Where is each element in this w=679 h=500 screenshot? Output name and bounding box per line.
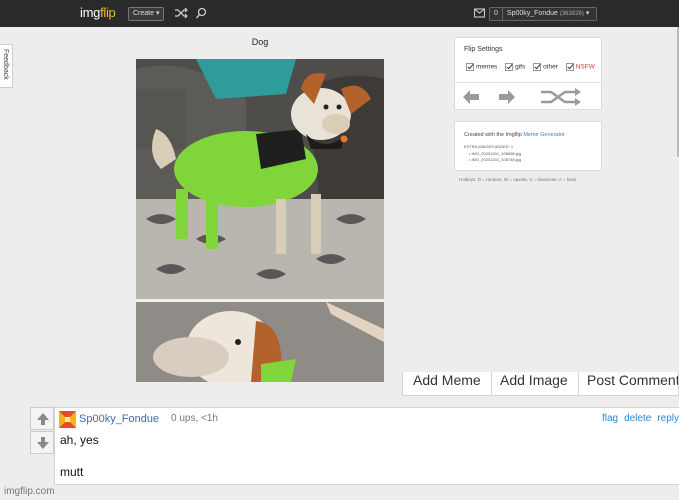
filter-memes-label: memes bbox=[476, 63, 498, 71]
checkbox-checked-icon bbox=[533, 63, 542, 71]
filter-nsfw-checkbox[interactable]: NSFW bbox=[565, 63, 595, 71]
avatar[interactable] bbox=[59, 411, 76, 428]
feedback-tab[interactable]: Feedback bbox=[0, 44, 13, 88]
add-image-button[interactable]: Add Image bbox=[490, 372, 579, 395]
flag-link[interactable]: flag bbox=[602, 413, 618, 424]
comment-text-line-2: mutt bbox=[60, 465, 84, 479]
meme-title: Dog bbox=[251, 37, 269, 47]
flip-settings-panel: Flip Settings memes gifs other NSFW bbox=[454, 37, 602, 110]
post-comment-button[interactable]: Post Comment bbox=[577, 372, 678, 395]
created-info-panel: Created with the Imgflip Meme Generator … bbox=[454, 121, 602, 171]
arrow-left-icon[interactable] bbox=[461, 87, 481, 107]
filter-memes-checkbox[interactable]: memes bbox=[466, 63, 497, 71]
checkbox-checked-icon bbox=[565, 63, 574, 71]
add-meme-button[interactable]: Add Meme bbox=[403, 372, 492, 395]
action-button-bar: Add Meme Add Image Post Comment bbox=[402, 372, 679, 396]
downvote-icon bbox=[37, 437, 49, 449]
filter-gifs-checkbox[interactable]: gifs bbox=[505, 63, 525, 71]
comment-text-line-1: ah, yes bbox=[60, 433, 99, 447]
create-menu-button[interactable]: Create ▾ bbox=[128, 7, 165, 21]
top-nav-bar: imgflip Create ▾ 0 Sp00ky_Fondue (363826)… bbox=[0, 0, 679, 27]
user-menu-button[interactable]: 0 Sp00ky_Fondue (363826) ▾ bbox=[489, 7, 597, 21]
imgflip-logo[interactable]: imgflip bbox=[80, 5, 116, 20]
username-label: Sp00ky_Fondue bbox=[506, 10, 558, 17]
logo-text-img: img bbox=[80, 5, 101, 20]
reply-link[interactable]: reply bbox=[657, 413, 679, 424]
filter-nsfw-label: NSFW bbox=[575, 63, 595, 71]
meme-photo bbox=[136, 59, 384, 382]
created-with-line: Created with the Imgflip Meme Generator bbox=[464, 132, 565, 138]
comment-actions: flag delete reply bbox=[596, 413, 679, 424]
flip-settings-title: Flip Settings bbox=[464, 46, 503, 53]
meme-image[interactable] bbox=[136, 59, 384, 382]
extra-file-1: • IMG_20201201_105658.jpg bbox=[469, 151, 522, 156]
notification-count: 0 bbox=[494, 8, 503, 20]
mail-icon[interactable] bbox=[473, 7, 487, 19]
comment-meta: 0 ups, <1h bbox=[171, 413, 218, 424]
filter-other-checkbox[interactable]: other bbox=[533, 63, 558, 71]
feedback-label: Feedback bbox=[2, 49, 9, 80]
flip-navigation bbox=[455, 82, 601, 110]
checkbox-checked-icon bbox=[505, 63, 514, 71]
shuffle-icon[interactable] bbox=[539, 87, 587, 107]
meme-generator-link[interactable]: Meme Generator bbox=[523, 132, 565, 138]
search-icon[interactable] bbox=[195, 7, 209, 19]
checkbox-checked-icon bbox=[466, 63, 474, 71]
arrow-right-icon[interactable] bbox=[497, 87, 517, 107]
hotkeys-hint: Hotkeys: D = random, W = upvote, S = dow… bbox=[459, 177, 577, 182]
shuffle-icon[interactable] bbox=[174, 7, 188, 19]
logo-text-flip: flip bbox=[100, 5, 116, 20]
upvote-button[interactable] bbox=[30, 407, 54, 430]
comment-username[interactable]: Sp00ky_Fondue bbox=[79, 413, 159, 425]
created-prefix: Created with the Imgflip bbox=[464, 132, 522, 138]
filter-other-label: other bbox=[543, 63, 558, 71]
extra-images-label: EXTRA IMAGES ADDED: 1 bbox=[464, 144, 514, 149]
delete-link[interactable]: delete bbox=[624, 413, 651, 424]
filter-gifs-label: gifs bbox=[515, 63, 526, 71]
upvote-icon bbox=[37, 413, 49, 425]
extra-file-2: • IMG_20201201_105748.jpg bbox=[469, 157, 522, 162]
flip-filter-options: memes gifs other NSFW bbox=[466, 63, 600, 75]
footer-watermark: imgflip.com bbox=[4, 486, 55, 497]
downvote-button[interactable] bbox=[30, 431, 54, 454]
user-points: (363826) bbox=[559, 11, 584, 17]
comment-box: Sp00ky_Fondue 0 ups, <1h flag delete reply… bbox=[54, 407, 679, 485]
chevron-down-icon: ▾ bbox=[585, 10, 590, 17]
